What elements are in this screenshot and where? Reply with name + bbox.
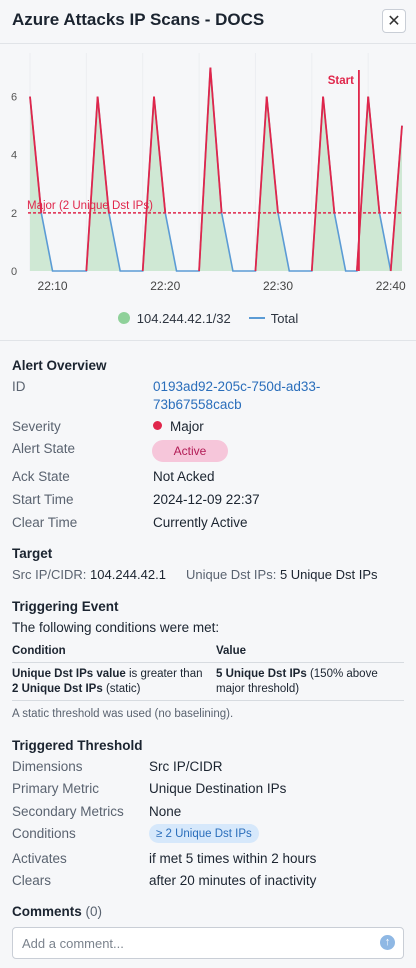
send-icon: ↑ [384,936,391,948]
x-tick-label: 22:10 [38,279,68,293]
panel-header: Azure Attacks IP Scans - DOCS ✕ [0,0,416,44]
y-tick-label: 0 [11,266,17,278]
send-comment-button[interactable]: ↑ [380,935,395,950]
col-condition-header: Condition [12,645,66,657]
value-percent: (150% above [309,668,378,680]
secondary-metrics-label: Secondary Metrics [12,804,124,819]
alert-id-link-line1[interactable]: 0193ad92-205c-750d-ad33- [153,379,320,394]
col-value-header: Value [216,645,247,657]
value-line2: major threshold) [216,683,300,695]
activates-label: Activates [12,851,67,866]
conditions-badge: ≥ 2 Unique Dst IPs [149,824,259,843]
id-label: ID [12,379,26,394]
threshold-label: Major (2 Unique Dst IPs) [27,200,153,212]
alert-id-link-line2[interactable]: 73b67558cacb [153,397,242,412]
x-tick-label: 22:30 [263,279,293,293]
legend-line-swatch [248,317,265,319]
clears-label: Clears [12,873,52,888]
baseline-note: A static threshold was used (no baselini… [12,708,234,720]
target-src-label: Src IP/CIDR: [12,567,87,582]
comments-heading: Comments (0) [12,904,102,919]
severity-text: Major [170,419,204,434]
condition-line2: 2 Unique Dst IPs (static) [12,683,140,695]
target-heading: Target [12,546,53,561]
severity-label: Severity [12,419,61,434]
target-dst: Unique Dst IPs: 5 Unique Dst IPs [186,567,378,582]
y-tick-label: 2 [11,208,17,220]
activates-value: if met 5 times within 2 hours [149,851,317,866]
alert-overview-heading: Alert Overview [12,358,107,373]
start-marker-label: Start [328,75,354,87]
triggering-intro: The following conditions were met: [12,620,220,635]
panel-title: Azure Attacks IP Scans - DOCS [12,10,265,29]
clears-value: after 20 minutes of inactivity [149,873,317,888]
table-divider-top [12,662,404,663]
comments-count: (0) [85,904,103,919]
condition-operator: is greater than [128,668,203,680]
series-area-104-244-42-1 [30,67,402,272]
conditions-label: Conditions [12,826,76,841]
start-time-value: 2024-12-09 22:37 [153,492,260,507]
condition-metric: Unique Dst IPs value [12,668,126,680]
start-time-label: Start Time [12,492,74,507]
condition-line1: Unique Dst IPs value is greater than [12,668,202,680]
comment-input[interactable] [12,927,404,959]
legend-area-label[interactable]: 104.244.42.1/32 [137,311,231,326]
severity-dot [153,421,162,430]
triggered-threshold-heading: Triggered Threshold [12,738,143,753]
clear-time-label: Clear Time [12,515,78,530]
severity-value: Major [153,419,204,434]
ack-state-value: Not Acked [153,469,215,484]
alert-chart: 0 2 4 6 22:10 22:20 22:30 22:40 Major (2 Unique … [0,45,416,341]
x-tick-label: 22:40 [376,279,406,293]
clear-time-value: Currently Active [153,515,248,530]
alert-state-label: Alert State [12,441,76,456]
legend-line-label[interactable]: Total [271,311,298,326]
target-src: Src IP/CIDR: 104.244.42.1 [12,567,166,582]
target-dst-value: 5 Unique Dst IPs [279,567,378,582]
alert-chart-svg: 0 2 4 6 22:10 22:20 22:30 22:40 Major (2 Unique … [11,53,406,293]
dimensions-value: Src IP/CIDR [149,759,223,774]
legend-area-swatch [117,312,130,324]
primary-metric-value: Unique Destination IPs [149,781,287,796]
target-src-value: 104.244.42.1 [90,567,166,582]
x-tick-label: 22:20 [150,279,180,293]
primary-metric-label: Primary Metric [12,781,99,796]
y-tick-label: 4 [11,150,17,162]
close-icon: ✕ [387,13,401,30]
ack-state-label: Ack State [12,469,70,484]
comments-title: Comments [12,904,82,919]
alert-detail-panel: Azure Attacks IP Scans - DOCS ✕ 0 2 4 6 22:1… [0,0,416,968]
dimensions-label: Dimensions [12,759,83,774]
chart-legend: 104.244.42.1/32 Total [0,308,416,328]
alert-state-badge: Active [152,440,228,462]
condition-type: (static) [105,683,141,695]
target-dst-label: Unique Dst IPs: [186,567,277,582]
y-tick-label: 6 [11,92,17,104]
value-amount: 5 Unique Dst IPs [216,668,307,680]
table-divider-bottom [12,700,404,701]
triggering-event-heading: Triggering Event [12,599,119,614]
condition-threshold: 2 Unique Dst IPs [12,683,103,695]
value-line1: 5 Unique Dst IPs (150% above [216,668,378,680]
close-button[interactable]: ✕ [382,9,406,33]
secondary-metrics-value: None [149,804,182,819]
